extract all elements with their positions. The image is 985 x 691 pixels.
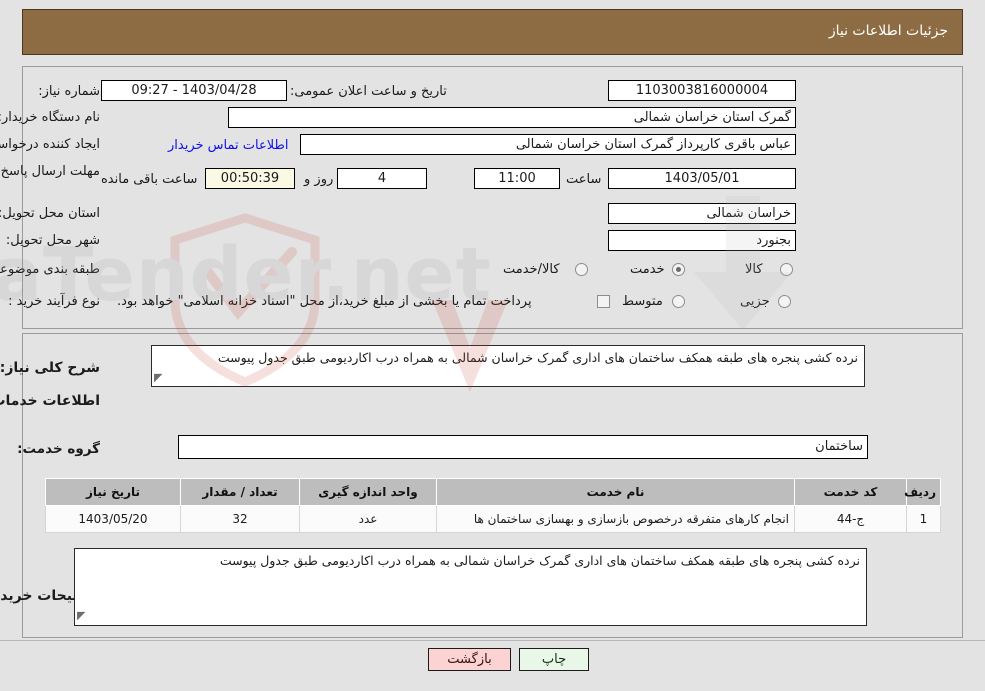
cell-service-name: انجام کارهای متفرقه درخصوص بازسازی و بهس…	[436, 505, 795, 533]
city-value[interactable]: بجنورد	[608, 230, 796, 251]
province-label: استان محل تحویل:	[0, 206, 100, 221]
cell-row-no: 1	[906, 505, 941, 533]
deadline-label-line1: مهلت ارسال پاسخ: تا تاریخ:	[0, 164, 100, 179]
page-root: AriaTender.net جزئیات اطلاعات نیاز شماره…	[0, 0, 985, 691]
cell-need-date: 1403/05/20	[45, 505, 181, 533]
radio-process-jozi-label: جزیی	[740, 294, 770, 309]
remaining-days-label: روز و	[304, 172, 334, 187]
radio-classification-kala-khedmat-label: کالا/خدمت	[503, 262, 560, 277]
treasury-documents-label: پرداخت تمام یا بخشی از مبلغ خرید،از محل …	[117, 294, 532, 309]
cell-quantity: 32	[180, 505, 300, 533]
cell-unit: عدد	[299, 505, 437, 533]
service-group-value[interactable]: ساختمان	[178, 435, 868, 459]
col-row-no: ردیف	[904, 478, 941, 506]
print-button[interactable]: چاپ	[519, 648, 589, 671]
need-number-label: شماره نیاز:	[38, 84, 100, 99]
requester-label: ایجاد کننده درخواست:	[0, 137, 100, 152]
radio-classification-kala-label: کالا	[745, 262, 763, 277]
radio-classification-kala-khedmat[interactable]	[575, 263, 588, 276]
table-row[interactable]: 1 ج-44 انجام کارهای متفرقه درخصوص بازساز…	[45, 505, 941, 533]
announcement-date-value[interactable]: 1403/04/28 - 09:27	[101, 80, 287, 101]
process-type-label: نوع فرآیند خرید :	[8, 294, 100, 309]
col-service-code: کد خدمت	[794, 478, 907, 506]
remaining-time-value[interactable]: 00:50:39	[205, 168, 295, 189]
need-summary-resize-grip[interactable]: ◥	[154, 371, 162, 384]
col-need-date: تاریخ نیاز	[45, 478, 181, 506]
services-table: ردیف کد خدمت نام خدمت واحد اندازه گیری ت…	[45, 478, 941, 533]
deadline-date-value[interactable]: 1403/05/01	[608, 168, 796, 189]
table-header-row: ردیف کد خدمت نام خدمت واحد اندازه گیری ت…	[45, 478, 941, 506]
need-number-value[interactable]: 1103003816000004	[608, 80, 796, 101]
page-title: جزئیات اطلاعات نیاز	[828, 23, 948, 39]
buyer-contact-link[interactable]: اطلاعات تماس خریدار	[168, 138, 288, 153]
buyer-org-value[interactable]: گمرک استان خراسان شمالی	[228, 107, 796, 128]
buyer-notes-textarea[interactable]: نرده کشی پنجره های طبقه همکف ساختمان های…	[74, 548, 867, 626]
service-group-label: گروه خدمت:	[17, 441, 100, 457]
cell-service-code: ج-44	[794, 505, 907, 533]
col-unit: واحد اندازه گیری	[299, 478, 437, 506]
radio-classification-kala[interactable]	[780, 263, 793, 276]
need-summary-textarea[interactable]: نرده کشی پنجره های طبقه همکف ساختمان های…	[151, 345, 865, 387]
province-value[interactable]: خراسان شمالی	[608, 203, 796, 224]
requester-value[interactable]: عباس باقری کارپرداز گمرک استان خراسان شم…	[300, 134, 796, 155]
deadline-hour-label: ساعت	[566, 172, 602, 187]
classification-label: طبقه بندی موضوعی:	[0, 262, 100, 277]
radio-process-motavaset[interactable]	[672, 295, 685, 308]
services-heading: اطلاعات خدمات مورد نیاز	[0, 393, 100, 409]
radio-process-motavaset-label: متوسط	[622, 294, 663, 309]
deadline-hour-value[interactable]: 11:00	[474, 168, 560, 189]
radio-process-jozi[interactable]	[778, 295, 791, 308]
announcement-date-label: تاریخ و ساعت اعلان عمومی:	[290, 84, 447, 99]
radio-classification-khedmat-label: خدمت	[630, 262, 665, 277]
col-quantity: تعداد / مقدار	[180, 478, 300, 506]
city-label: شهر محل تحویل:	[5, 233, 100, 248]
remaining-days-value[interactable]: 4	[337, 168, 427, 189]
treasury-documents-checkbox[interactable]	[597, 295, 610, 308]
buyer-org-label: نام دستگاه خریدار:	[0, 110, 100, 125]
col-service-name: نام خدمت	[436, 478, 795, 506]
need-info-panel	[22, 66, 963, 329]
buyer-notes-resize-grip[interactable]: ◥	[77, 609, 85, 622]
remaining-time-label: ساعت باقی مانده	[101, 172, 198, 187]
need-summary-label: شرح کلی نیاز:	[0, 360, 100, 376]
radio-classification-khedmat[interactable]	[672, 263, 685, 276]
back-button[interactable]: بازگشت	[428, 648, 511, 671]
footer-divider	[0, 640, 985, 641]
page-header: جزئیات اطلاعات نیاز	[22, 9, 963, 55]
